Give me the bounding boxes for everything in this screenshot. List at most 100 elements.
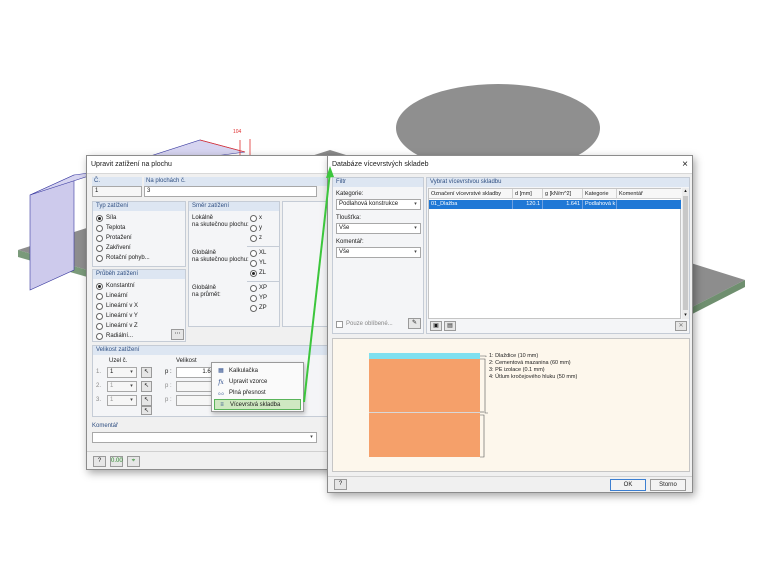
pick-node-button-2[interactable]: ↖ — [141, 381, 152, 392]
table-header-title: Vybrat vícevrstvou skladbu — [427, 178, 689, 187]
radio-dir-xp[interactable] — [250, 285, 257, 292]
vertical-scrollbar[interactable]: ▴ ▾ — [682, 188, 689, 319]
dir-option-label: YL — [259, 260, 267, 266]
value-symbol: p : — [165, 369, 172, 375]
direction-header: Směr zatížení — [189, 202, 279, 211]
radio-dir-y[interactable] — [250, 225, 257, 232]
distribution-label: Konstantní — [106, 283, 135, 289]
help-icon: ? — [338, 481, 343, 487]
radio-dist-linear-y[interactable] — [96, 313, 103, 320]
divider — [247, 246, 279, 247]
scroll-thumb[interactable] — [683, 196, 688, 310]
load-direction-group: Směr zatížení Lokálně na skutečnou ploch… — [188, 201, 280, 327]
value-header: Velikost — [176, 358, 197, 364]
surfaces-field[interactable]: 3 — [144, 186, 317, 197]
pick-all-nodes-button[interactable]: ↖ — [141, 406, 152, 415]
category-select[interactable]: Podlahová konstrukce ▾ — [336, 199, 421, 210]
delete-layer-button[interactable]: ✕ — [675, 321, 687, 331]
radio-dist-constant[interactable] — [96, 283, 103, 290]
radio-dist-linear[interactable] — [96, 293, 103, 300]
close-icon[interactable]: × — [682, 159, 688, 170]
dialog-title: Upravit zatížení na plochu — [87, 156, 333, 174]
units-icon: 0.00 — [111, 458, 123, 464]
local-label-sub: na skutečnou plochu: — [192, 222, 249, 228]
layer-table-group: Vybrat vícevrstvou skladbu Označení více… — [426, 177, 690, 334]
cell-category: Podlahová k — [585, 200, 617, 209]
radio-dir-xl[interactable] — [250, 250, 257, 257]
menu-item-full-precision[interactable]: 0.0 Plná přesnost — [214, 388, 301, 399]
scroll-up-icon[interactable]: ▴ — [682, 188, 689, 195]
row-number: 2. — [96, 383, 102, 389]
formula-icon: fx — [218, 379, 224, 386]
menu-item-multilayer[interactable]: ≡ Vícevrstvá skladba — [214, 399, 301, 410]
no-field[interactable]: 1 — [92, 186, 142, 197]
menu-label: Upravit vzorce — [229, 379, 268, 385]
separator — [87, 451, 333, 452]
edit-layer-button[interactable]: ▤ — [444, 321, 456, 331]
radio-dist-linear-x[interactable] — [96, 303, 103, 310]
help-button[interactable]: ? — [334, 479, 347, 490]
radio-dir-yl[interactable] — [250, 260, 257, 267]
radio-dist-radial[interactable] — [96, 333, 103, 340]
legend-layer-1: 1: Dlaždice (10 mm) — [489, 353, 539, 359]
pick-node-button-1[interactable]: ↖ — [141, 367, 152, 378]
menu-label: Kalkulačka — [229, 368, 259, 374]
chevron-down-icon: ▾ — [414, 225, 417, 231]
thickness-select[interactable]: Vše ▾ — [336, 223, 421, 234]
help-button[interactable]: ? — [93, 456, 106, 467]
node-header: Uzel č. — [109, 358, 128, 364]
col-g-header: g [kN/m^2] — [543, 189, 583, 199]
cancel-button[interactable]: Storno — [650, 479, 686, 491]
select-icon: ⌖ — [131, 458, 136, 464]
chevron-down-icon: ▾ — [130, 383, 133, 389]
comment-filter-select[interactable]: Vše ▾ — [336, 247, 421, 258]
comment-label: Komentář — [92, 423, 119, 429]
global-true-label: Globálně — [192, 250, 217, 256]
global-true-label-sub: na skutečnou plochu: — [192, 257, 249, 263]
menu-item-calculator[interactable]: ▦ Kalkulačka — [214, 366, 301, 377]
radio-dir-zl[interactable] — [250, 270, 257, 277]
new-layer-button[interactable]: ▣ — [430, 321, 442, 331]
radio-load-rotation[interactable] — [96, 255, 103, 262]
multilayer-database-dialog: Databáze vícevrstvých skladeb × Filtr Ka… — [327, 155, 693, 493]
ok-button[interactable]: OK — [610, 479, 646, 491]
menu-label: Plná přesnost — [229, 390, 266, 396]
radio-load-strain[interactable] — [96, 235, 103, 242]
chevron-down-icon: ▾ — [310, 434, 313, 440]
cell-d: 120.1 — [513, 200, 543, 209]
row-number: 1. — [96, 369, 102, 375]
comment-input[interactable]: ▾ — [92, 432, 317, 443]
col-d-header: d [mm] — [513, 189, 543, 199]
thickness-value: Vše — [339, 225, 350, 231]
filter-group: Filtr Kategorie: Podlahová konstrukce ▾ T… — [332, 177, 424, 334]
node-select-1[interactable]: 1 ▾ — [107, 367, 137, 378]
load-type-label: Síla — [106, 215, 117, 221]
menu-item-edit-formula[interactable]: fx Upravit vzorce — [214, 377, 301, 388]
node-select-3[interactable]: 1 ▾ — [107, 395, 137, 406]
table-header-row: Označení vícevrstvé skladby d [mm] g [kN… — [429, 189, 681, 199]
radio-load-force[interactable] — [96, 215, 103, 222]
scroll-down-icon[interactable]: ▾ — [682, 312, 689, 319]
favorites-checkbox[interactable] — [336, 321, 343, 328]
units-button[interactable]: 0.00 — [110, 456, 123, 467]
chevron-down-icon: ▾ — [130, 369, 133, 375]
node-select-2[interactable]: 1 ▾ — [107, 381, 137, 392]
radio-dir-zp[interactable] — [250, 305, 257, 312]
radio-dir-x[interactable] — [250, 215, 257, 222]
radio-load-temperature[interactable] — [96, 225, 103, 232]
radio-load-curvature[interactable] — [96, 245, 103, 252]
distribution-settings-button[interactable]: ⋯ — [171, 329, 184, 340]
edit-favorites-button[interactable]: ✎ — [408, 318, 421, 329]
dir-option-label: ZP — [259, 305, 267, 311]
select-button[interactable]: ⌖ — [127, 456, 140, 467]
divider — [247, 281, 279, 282]
thickness-label: Tloušťka: — [336, 215, 361, 221]
category-label: Kategorie: — [336, 191, 364, 197]
pick-node-button-3[interactable]: ↖ — [141, 395, 152, 406]
table-row[interactable]: 01_Dlažba 120.1 1.641 Podlahová k — [429, 200, 681, 209]
legend-layer-4: 4: Útlum kročejového hluku (50 mm) — [489, 374, 578, 380]
radio-dir-yp[interactable] — [250, 295, 257, 302]
radio-dir-z[interactable] — [250, 235, 257, 242]
delete-icon: ✕ — [678, 323, 684, 329]
radio-dist-linear-z[interactable] — [96, 323, 103, 330]
